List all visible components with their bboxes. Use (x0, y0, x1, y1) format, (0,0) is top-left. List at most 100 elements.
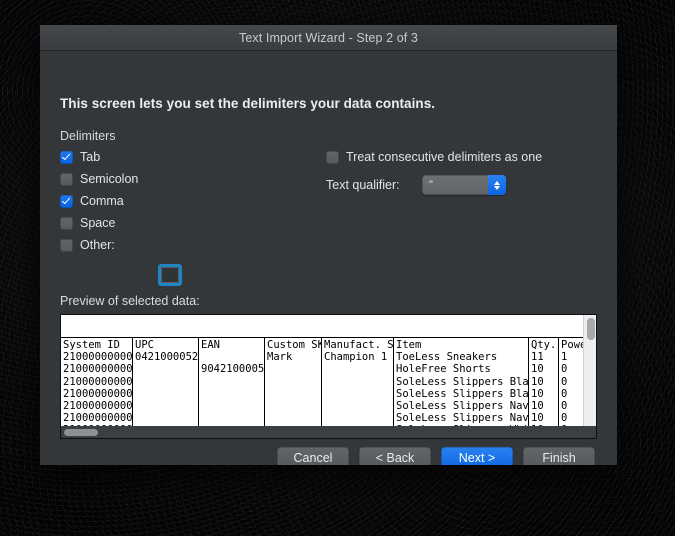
finish-button[interactable]: Finish (523, 447, 595, 465)
preview-cell: 0 (561, 412, 568, 425)
preview-cell: SoleLess Slippers Navy 8.5 (396, 399, 528, 412)
preview-column-header: UPC (135, 339, 154, 351)
checkbox-row-consecutive[interactable]: Treat consecutive delimiters as one (326, 150, 542, 164)
preview-cell (324, 363, 393, 375)
text-qualifier-value: " (429, 179, 433, 191)
preview-cell (267, 388, 321, 400)
preview-column-header: Qty. (531, 339, 557, 351)
cancel-button[interactable]: Cancel (277, 447, 349, 465)
preview-cell (201, 376, 264, 388)
dialog-titlebar: Text Import Wizard - Step 2 of 3 (40, 25, 617, 51)
preview-cell (135, 376, 198, 388)
back-button[interactable]: < Back (359, 447, 431, 465)
delimiters-group-label: Delimiters (60, 129, 116, 143)
preview-cell: 210000000004 (63, 387, 132, 400)
preview-cell (201, 351, 264, 363)
preview-column: Custom SKUMark (265, 338, 322, 426)
checkbox-comma[interactable] (60, 194, 73, 208)
preview-cell: Mark (267, 351, 293, 364)
preview-column: System ID 210000000001 210000000002 2100000… (61, 338, 133, 426)
preview-cell: SoleLess Slippers Black 8.5 (396, 387, 528, 400)
preview-vertical-scroll-thumb[interactable] (586, 318, 595, 340)
checkbox-space[interactable] (60, 216, 73, 230)
checkbox-other[interactable] (60, 238, 73, 252)
preview-cell (267, 363, 321, 375)
preview-cell: 9042100005264 (201, 363, 264, 376)
preview-column: Qty.11101010101010 (529, 338, 559, 426)
preview-vertical-scrollbar[interactable] (583, 315, 596, 426)
checkbox-label-semicolon: Semicolon (80, 172, 139, 186)
preview-table: System ID 210000000001 210000000002 2100000… (61, 338, 583, 426)
preview-cell (267, 412, 321, 424)
preview-cell (135, 400, 198, 412)
preview-cell: 0 (561, 387, 568, 400)
preview-cell (201, 400, 264, 412)
checkbox-tab[interactable] (60, 150, 73, 164)
preview-cell: 10 (531, 399, 544, 412)
preview-cell (324, 388, 393, 400)
checkbox-label-consecutive: Treat consecutive delimiters as one (346, 150, 543, 164)
preview-column-header: EAN (201, 339, 220, 351)
checkbox-semicolon[interactable] (60, 172, 73, 186)
stepper-arrows-icon[interactable] (488, 175, 506, 195)
preview-column-header: Item (396, 339, 422, 351)
headline-text: This screen lets you set the delimiters … (60, 96, 436, 111)
preview-cell: HoleFree Shorts (396, 363, 491, 376)
checkbox-row-space[interactable]: Space (60, 216, 115, 230)
preview-cell (201, 388, 264, 400)
next-button[interactable]: Next > (441, 447, 513, 465)
preview-cell: 210000000001 (63, 351, 132, 364)
preview-cell: 0 (561, 363, 568, 376)
preview-cell: 0 (561, 375, 568, 388)
preview-column: Manufact. SKUChampion 1 (322, 338, 394, 426)
preview-horizontal-scrollbar[interactable] (61, 426, 596, 438)
checkbox-label-space: Space (80, 216, 116, 230)
preview-cell: 210000000002 (63, 363, 132, 376)
preview-cell (324, 412, 393, 424)
preview-label: Preview of selected data: (60, 294, 200, 308)
text-qualifier-select[interactable]: " (422, 175, 506, 195)
other-delimiter-focus-ring (158, 264, 182, 286)
preview-cell: Champion 1 (324, 351, 388, 364)
preview-column: UPC042100005264 (133, 338, 199, 426)
preview-cell: 10 (531, 412, 544, 425)
preview-cell (324, 376, 393, 388)
preview-cell (324, 400, 393, 412)
preview-cell: SoleLess Slippers Navy 8 (396, 412, 528, 425)
checkbox-row-tab[interactable]: Tab (60, 150, 100, 164)
preview-column: EAN 9042100005264 (199, 338, 265, 426)
chevron-up-icon (494, 180, 500, 185)
chevron-down-icon (494, 185, 500, 190)
preview-column-header: Custom SKU (267, 339, 321, 351)
preview-cell: 10 (531, 387, 544, 400)
dialog-body: This screen lets you set the delimiters … (40, 51, 617, 465)
preview-cell: 11 (531, 351, 544, 364)
preview-horizontal-scroll-thumb[interactable] (64, 428, 98, 436)
preview-scroll-area[interactable]: System ID 210000000001 210000000002 2100000… (61, 315, 583, 426)
dialog-title: Text Import Wizard - Step 2 of 3 (239, 30, 418, 45)
preview-cell: ToeLess Sneakers (396, 351, 498, 364)
preview-column-header: System ID (63, 339, 120, 351)
preview-cell (267, 400, 321, 412)
checkbox-label-other: Other: (80, 238, 115, 252)
preview-cell (135, 363, 198, 375)
preview-cell: 210000000003 (63, 375, 132, 388)
checkbox-row-comma[interactable]: Comma (60, 194, 124, 208)
preview-column-header: Powerp (561, 339, 583, 351)
checkbox-row-other[interactable]: Other: (60, 238, 115, 252)
checkbox-treat-consecutive-delimiters[interactable] (326, 150, 339, 164)
preview-column: Powerp1000000 (559, 338, 583, 426)
dialog-button-bar: Cancel < Back Next > Finish (40, 447, 617, 465)
preview-cell (135, 388, 198, 400)
preview-cell: 10 (531, 363, 544, 376)
preview-blank-row (61, 315, 583, 338)
checkbox-row-semicolon[interactable]: Semicolon (60, 172, 138, 186)
preview-cell: 0 (561, 399, 568, 412)
text-import-wizard-dialog: Text Import Wizard - Step 2 of 3 This sc… (40, 25, 617, 465)
preview-cell: SoleLess Slippers Black 8 (396, 375, 528, 388)
checkbox-label-tab: Tab (80, 150, 101, 164)
preview-cell (135, 412, 198, 424)
preview-cell (267, 376, 321, 388)
preview-cell: 10 (531, 375, 544, 388)
checkbox-label-comma: Comma (80, 194, 124, 208)
